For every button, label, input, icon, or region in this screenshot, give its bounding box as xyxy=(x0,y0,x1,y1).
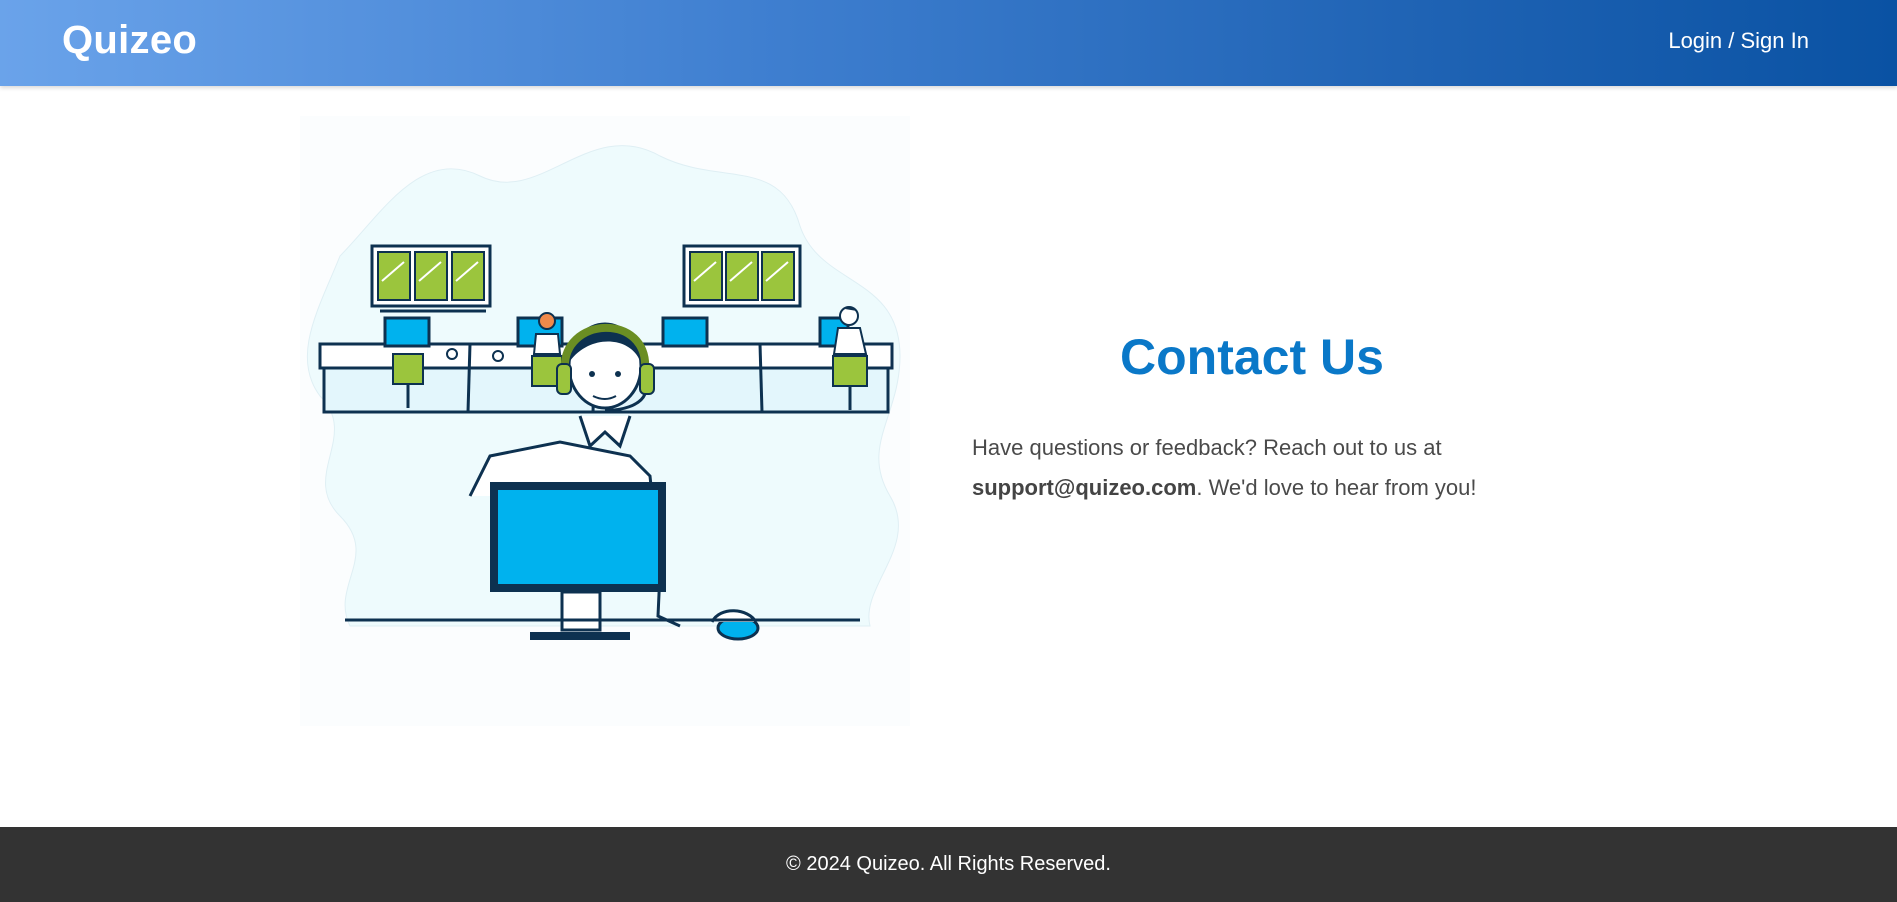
contact-intro-text: Have questions or feedback? Reach out to… xyxy=(972,435,1442,460)
site-footer: © 2024 Quizeo. All Rights Reserved. xyxy=(0,827,1897,902)
page-title: Contact Us xyxy=(1120,329,1384,385)
wall-monitor-right xyxy=(682,244,802,308)
login-signin-link[interactable]: Login / Sign In xyxy=(1668,28,1809,54)
contact-section: Contact Us Have questions or feedback? R… xyxy=(972,328,1532,508)
contact-description: Have questions or feedback? Reach out to… xyxy=(972,428,1532,508)
wall-monitor-left xyxy=(370,244,492,313)
support-email[interactable]: support@quizeo.com xyxy=(972,475,1196,500)
site-logo[interactable]: Quizeo xyxy=(62,18,197,63)
support-illustration xyxy=(300,116,910,726)
contact-outro-text: . We'd love to hear from you! xyxy=(1196,475,1477,500)
copyright-text: © 2024 Quizeo. All Rights Reserved. xyxy=(786,853,1111,875)
site-header: Quizeo Login / Sign In xyxy=(0,0,1897,86)
